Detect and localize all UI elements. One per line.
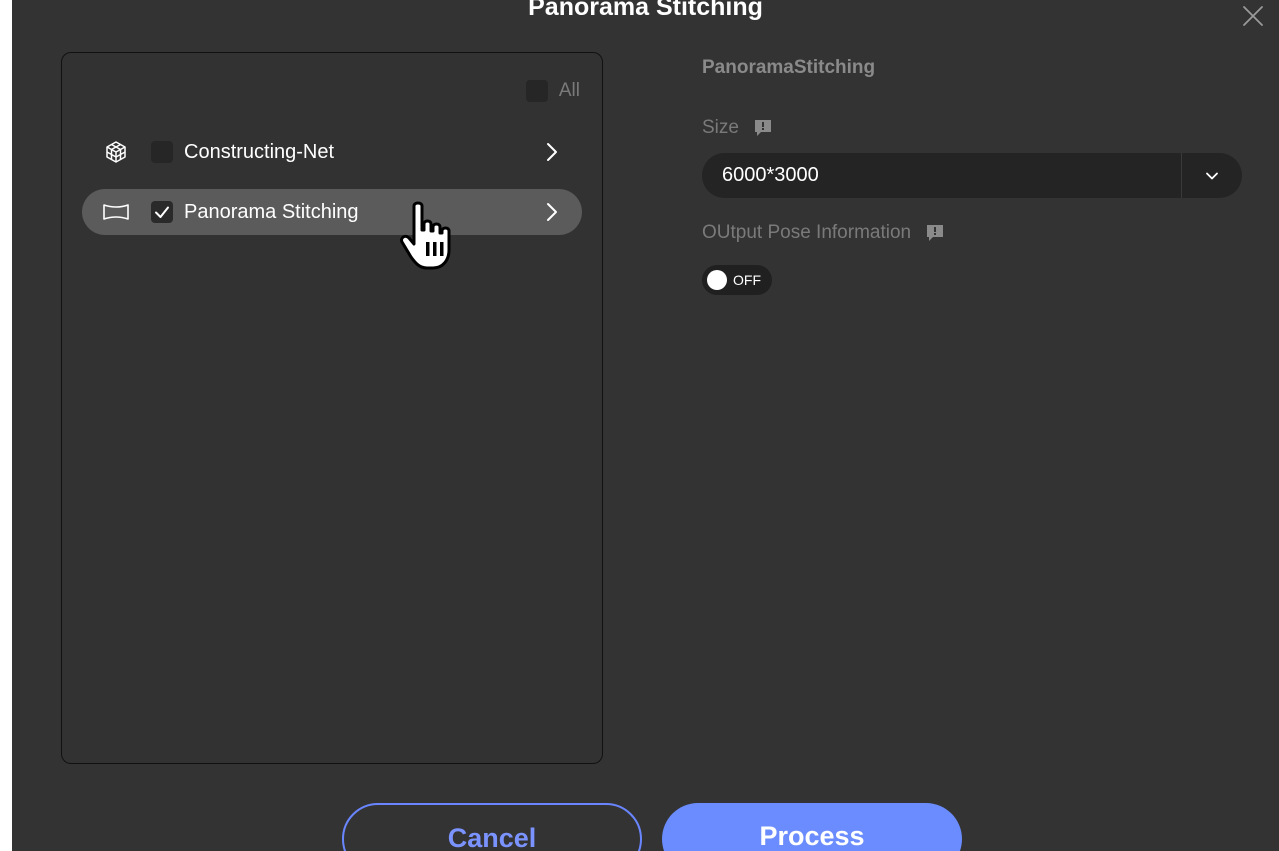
toggle-knob: [707, 270, 727, 290]
grid-cube-icon: [103, 139, 129, 165]
cancel-button[interactable]: Cancel: [342, 803, 642, 851]
task-item-panorama-stitching[interactable]: Panorama Stitching: [82, 189, 582, 235]
chevron-right-icon[interactable]: [542, 202, 562, 222]
output-pose-label: OUtput Pose Information: [702, 222, 912, 243]
output-pose-toggle[interactable]: OFF: [702, 265, 772, 295]
task-checkbox-panorama-stitching[interactable]: [151, 201, 173, 223]
info-comment-icon[interactable]: [753, 118, 773, 138]
size-select[interactable]: 6000*3000: [702, 153, 1242, 198]
close-icon[interactable]: [1241, 4, 1265, 28]
output-pose-field-label: OUtput Pose Information: [702, 222, 945, 244]
task-checkbox-constructing-net[interactable]: [151, 141, 173, 163]
size-field-label: Size: [702, 117, 773, 139]
process-button[interactable]: Process: [662, 803, 962, 851]
checkmark-icon: [155, 206, 169, 218]
dialog-title: Panorama Stitching: [528, 0, 763, 21]
info-comment-icon[interactable]: [925, 223, 945, 243]
task-list-panel: All Constructing-Net Panorama Stitching: [61, 52, 603, 764]
panorama-dialog: Panorama Stitching All Constructing-Net: [12, 0, 1279, 851]
task-label-constructing-net: Constructing-Net: [184, 140, 335, 163]
settings-section-title: PanoramaStitching: [702, 57, 876, 78]
select-all[interactable]: All: [525, 80, 580, 102]
task-item-constructing-net[interactable]: Constructing-Net: [82, 129, 582, 175]
size-select-value: 6000*3000: [722, 164, 819, 186]
task-label-panorama-stitching: Panorama Stitching: [184, 200, 359, 223]
toggle-state-label: OFF: [733, 272, 761, 288]
select-all-checkbox[interactable]: [525, 80, 548, 102]
chevron-down-icon[interactable]: [1182, 169, 1242, 183]
chevron-right-icon[interactable]: [542, 142, 562, 162]
size-label: Size: [702, 117, 739, 138]
select-all-label: All: [558, 80, 580, 101]
panorama-icon: [103, 199, 129, 225]
